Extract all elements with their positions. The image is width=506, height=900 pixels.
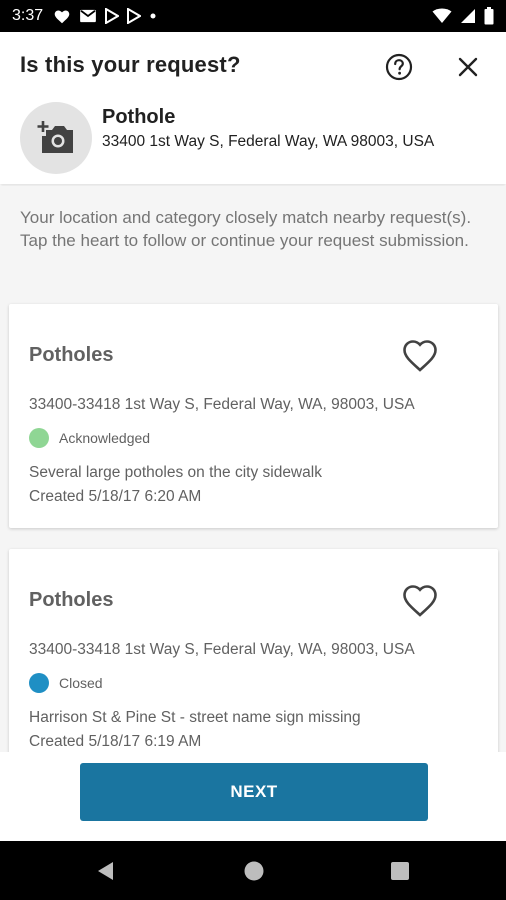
status-dot <box>29 673 49 693</box>
page-title: Is this your request? <box>20 52 241 77</box>
intro-text: Your location and category closely match… <box>20 208 472 250</box>
request-created: Created 5/18/17 6:19 AM <box>29 733 202 750</box>
close-button[interactable] <box>454 53 482 81</box>
category-name: Pothole <box>102 106 176 128</box>
status-dot <box>29 428 49 448</box>
heart-outline-icon <box>403 340 437 372</box>
add-photo-icon <box>37 121 73 153</box>
category-avatar[interactable] <box>20 102 92 174</box>
status-time: 3:37 <box>12 7 44 24</box>
request-description: Harrison St & Pine St - street name sign… <box>29 709 361 726</box>
follow-button[interactable] <box>401 338 439 374</box>
help-circle-icon <box>385 53 413 81</box>
home-icon <box>244 861 264 881</box>
request-title: Potholes <box>29 344 114 366</box>
matching-requests-list[interactable]: Your location and category closely match… <box>0 186 506 752</box>
next-button[interactable]: NEXT <box>80 763 428 821</box>
request-card[interactable]: Potholes 33400-33418 1st Way S, Federal … <box>9 304 498 528</box>
recents-icon <box>391 862 409 880</box>
request-status: Acknowledged <box>29 428 150 448</box>
request-description: Several large potholes on the city sidew… <box>29 464 322 481</box>
play-store-icon <box>105 8 120 24</box>
signal-icon <box>460 8 476 24</box>
status-label: Closed <box>59 675 103 691</box>
back-icon <box>98 862 113 880</box>
help-button[interactable] <box>384 52 414 82</box>
request-title: Potholes <box>29 589 114 611</box>
follow-button[interactable] <box>401 583 439 619</box>
request-address: 33400-33418 1st Way S, Federal Way, WA, … <box>29 641 415 658</box>
status-label: Acknowledged <box>59 430 151 446</box>
battery-icon <box>484 7 494 25</box>
heart-outline-icon <box>403 585 437 617</box>
wifi-icon <box>432 8 452 24</box>
category-address: 33400 1st Way S, Federal Way, WA 98003, … <box>102 133 435 150</box>
bottom-action-bar: NEXT <box>0 752 506 841</box>
recents-button[interactable] <box>390 861 410 886</box>
request-status: Closed <box>29 673 103 693</box>
close-icon <box>458 57 478 77</box>
back-button[interactable] <box>95 860 117 887</box>
dot-icon <box>149 12 157 20</box>
request-header: Is this your request? Pothole 33400 1st … <box>0 32 506 184</box>
notification-icons <box>53 8 157 24</box>
system-icons <box>432 7 494 25</box>
navigation-bar <box>0 841 506 900</box>
home-button[interactable] <box>243 860 265 887</box>
request-card[interactable]: Potholes 33400-33418 1st Way S, Federal … <box>9 549 498 752</box>
request-created: Created 5/18/17 6:20 AM <box>29 488 202 505</box>
heart-icon <box>53 8 71 24</box>
status-bar: 3:37 <box>0 0 506 32</box>
play-store-icon <box>127 8 142 24</box>
request-address: 33400-33418 1st Way S, Federal Way, WA, … <box>29 396 415 413</box>
mail-icon <box>79 9 97 23</box>
